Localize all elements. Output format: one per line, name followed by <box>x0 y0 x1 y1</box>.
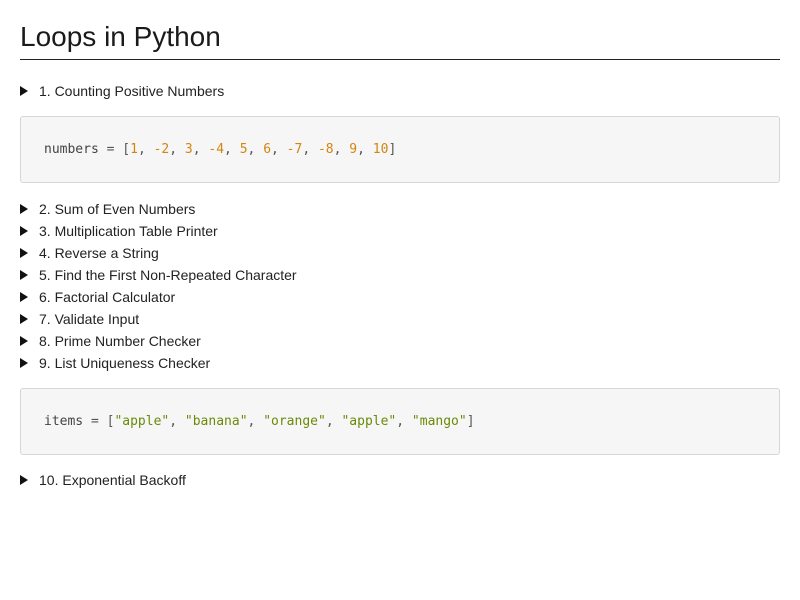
section-label: 8. Prime Number Checker <box>39 333 201 349</box>
section-toggle-10[interactable]: 10. Exponential Backoff <box>20 469 780 491</box>
code-string: "apple" <box>341 414 397 429</box>
code-block-numbers: numbers = [1, -2, 3, -4, 5, 6, -7, -8, 9… <box>20 116 780 183</box>
triangle-right-icon <box>20 314 28 324</box>
code-number: 10 <box>372 142 389 157</box>
code-var-name: numbers <box>44 142 99 157</box>
code-number: -4 <box>208 142 225 157</box>
section-label: 1. Counting Positive Numbers <box>39 83 225 99</box>
code-number: 1 <box>130 142 138 157</box>
triangle-right-icon <box>20 292 28 302</box>
section-toggle-5[interactable]: 5. Find the First Non-Repeated Character <box>20 264 780 286</box>
code-number: 5 <box>239 142 248 157</box>
section-toggle-9[interactable]: 9. List Uniqueness Checker <box>20 352 780 374</box>
code-number: -7 <box>286 142 303 157</box>
triangle-right-icon <box>20 86 28 96</box>
triangle-right-icon <box>20 358 28 368</box>
triangle-right-icon <box>20 204 28 214</box>
section-label: 2. Sum of Even Numbers <box>39 201 196 217</box>
triangle-right-icon <box>20 270 28 280</box>
triangle-right-icon <box>20 336 28 346</box>
code-number: -8 <box>317 142 334 157</box>
triangle-right-icon <box>20 248 28 258</box>
code-string: "mango" <box>411 414 467 429</box>
section-label: 6. Factorial Calculator <box>39 289 176 305</box>
code-var-name: items <box>44 414 84 429</box>
page: Loops in Python 1. Counting Positive Num… <box>20 0 780 491</box>
section-toggle-4[interactable]: 4. Reverse a String <box>20 242 780 264</box>
section-toggle-3[interactable]: 3. Multiplication Table Printer <box>20 220 780 242</box>
triangle-right-icon <box>20 226 28 236</box>
triangle-right-icon <box>20 475 28 485</box>
section-label: 3. Multiplication Table Printer <box>39 223 218 239</box>
section-label: 4. Reverse a String <box>39 245 159 261</box>
code-block-items: items = ["apple", "banana", "orange", "a… <box>20 388 780 455</box>
section-label: 10. Exponential Backoff <box>39 472 186 488</box>
code-string: "apple" <box>114 414 170 429</box>
code-number: 9 <box>349 142 358 157</box>
section-label: 7. Validate Input <box>39 311 140 327</box>
section-toggle-7[interactable]: 7. Validate Input <box>20 308 780 330</box>
code-number: 3 <box>184 142 193 157</box>
section-label: 5. Find the First Non-Repeated Character <box>39 267 297 283</box>
section-toggle-2[interactable]: 2. Sum of Even Numbers <box>20 198 780 220</box>
section-label: 9. List Uniqueness Checker <box>39 355 211 371</box>
code-number: 6 <box>263 142 272 157</box>
section-toggle-8[interactable]: 8. Prime Number Checker <box>20 330 780 352</box>
section-toggle-6[interactable]: 6. Factorial Calculator <box>20 286 780 308</box>
section-toggle-1[interactable]: 1. Counting Positive Numbers <box>20 80 780 102</box>
code-string: "banana" <box>184 414 248 429</box>
code-number: -2 <box>153 142 170 157</box>
page-title: Loops in Python <box>20 0 780 60</box>
code-string: "orange" <box>263 414 326 429</box>
